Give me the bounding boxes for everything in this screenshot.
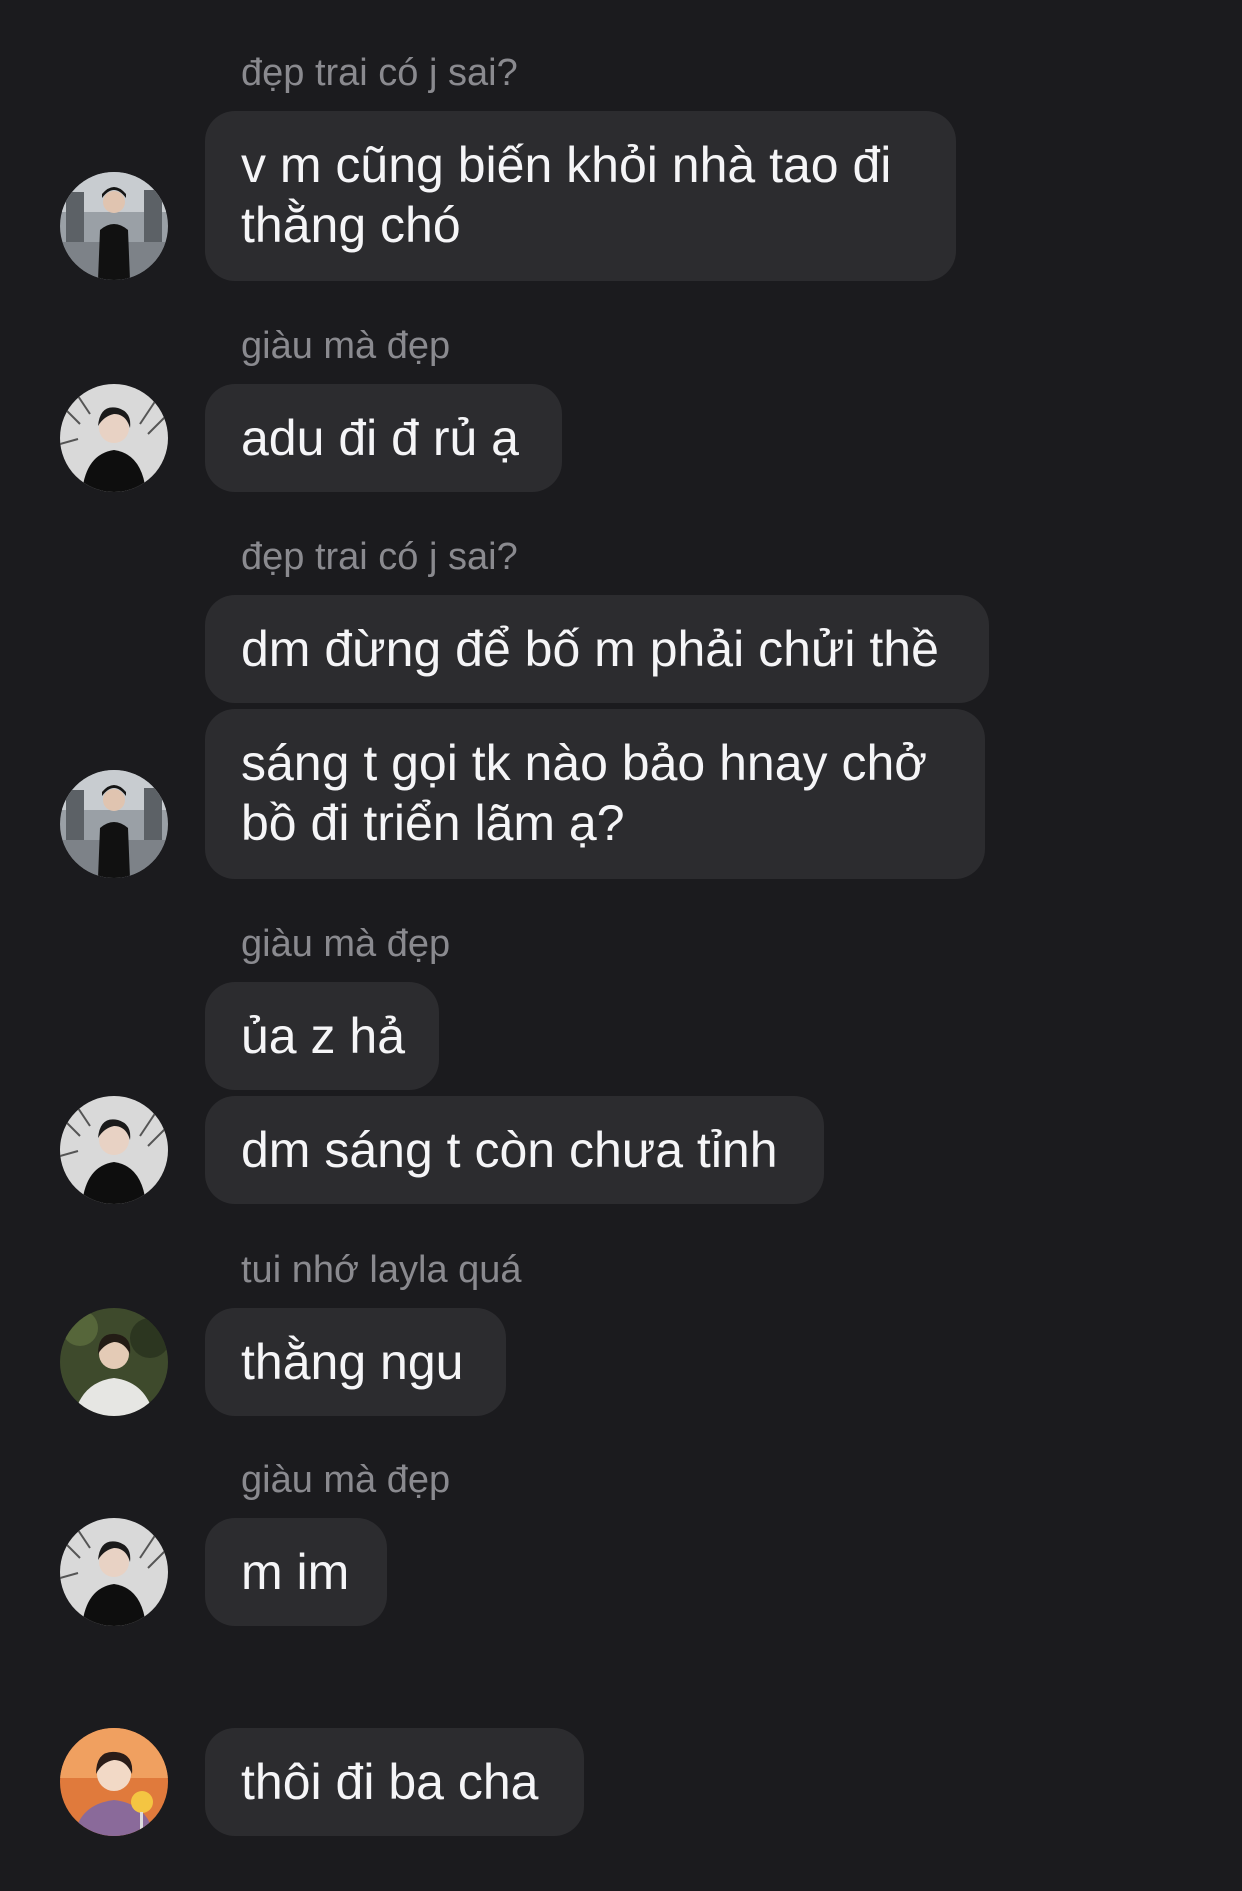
- message-bubble[interactable]: ủa z hả: [205, 982, 439, 1090]
- message-line: dm sáng t còn chưa tỉnh: [241, 1122, 778, 1178]
- message-line: m im: [241, 1544, 350, 1600]
- message-line: sáng t gọi tk nào bảo hnay chở: [241, 735, 928, 791]
- sender-name: giàu mà đẹp: [241, 325, 451, 367]
- avatar-white-shirt-man-icon[interactable]: [60, 1308, 168, 1416]
- message-line: dm đừng để bố m phải chửi thề: [241, 621, 939, 677]
- message-line: thằng chó: [241, 197, 461, 253]
- avatar-suit-man-icon[interactable]: [60, 172, 168, 280]
- message-line: ủa z hả: [241, 1008, 406, 1064]
- sender-name: tui nhớ layla quá: [241, 1249, 522, 1291]
- message-bubble[interactable]: adu đi đ rủ ạ: [205, 384, 562, 492]
- message-bubble[interactable]: thôi đi ba cha: [205, 1728, 584, 1836]
- sender-name: giàu mà đẹp: [241, 1459, 451, 1501]
- message-line: thằng ngu: [241, 1334, 464, 1390]
- message-line: v m cũng biến khỏi nhà tao đi: [241, 137, 892, 193]
- message-bubble[interactable]: v m cũng biến khỏi nhà tao đi thằng chó: [205, 111, 956, 281]
- message-line: adu đi đ rủ ạ: [241, 410, 519, 466]
- message-bubble[interactable]: m im: [205, 1518, 387, 1626]
- chat-thread[interactable]: đẹp trai có j sai? v m cũng biến khỏi nh…: [0, 0, 1242, 1891]
- sender-name: giàu mà đẹp: [241, 923, 451, 965]
- avatar-black-shirt-man-icon[interactable]: [60, 1518, 168, 1626]
- sender-name: đẹp trai có j sai?: [241, 52, 518, 94]
- avatar-black-shirt-man-icon[interactable]: [60, 384, 168, 492]
- message-bubble[interactable]: dm sáng t còn chưa tỉnh: [205, 1096, 824, 1204]
- message-bubble[interactable]: dm đừng để bố m phải chửi thề: [205, 595, 989, 703]
- avatar-black-shirt-man-icon[interactable]: [60, 1096, 168, 1204]
- message-bubble[interactable]: sáng t gọi tk nào bảo hnay chở bồ đi tri…: [205, 709, 985, 879]
- message-line: bồ đi triển lãm ạ?: [241, 795, 625, 851]
- avatar-colorful-man-icon[interactable]: [60, 1728, 168, 1836]
- avatar-suit-man-icon[interactable]: [60, 770, 168, 878]
- sender-name: đẹp trai có j sai?: [241, 536, 518, 578]
- message-bubble[interactable]: thằng ngu: [205, 1308, 506, 1416]
- message-line: thôi đi ba cha: [241, 1754, 539, 1810]
